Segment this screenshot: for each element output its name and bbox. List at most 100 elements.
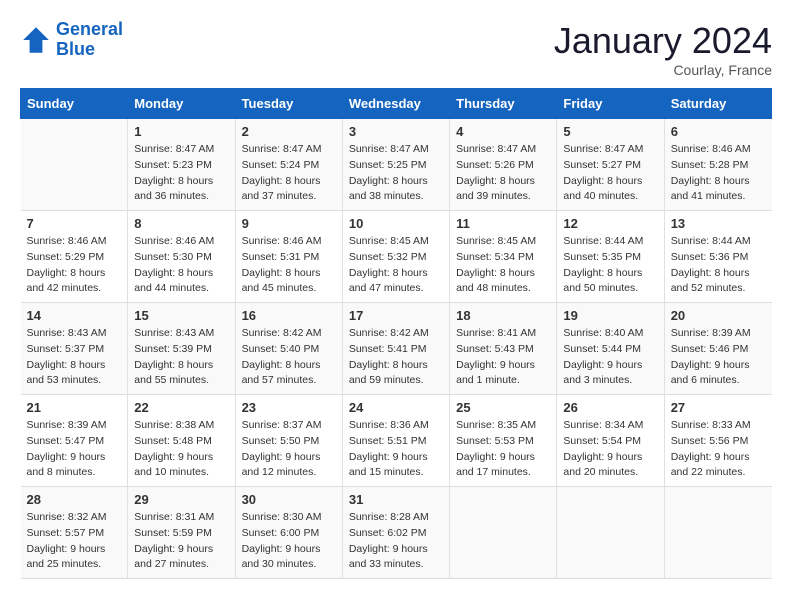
day-info: Sunrise: 8:42 AMSunset: 5:40 PMDaylight:… bbox=[242, 326, 336, 389]
logo-line2: Blue bbox=[56, 39, 95, 59]
calendar-table: Sunday Monday Tuesday Wednesday Thursday… bbox=[20, 88, 772, 579]
calendar-week-0: 1 Sunrise: 8:47 AMSunset: 5:23 PMDayligh… bbox=[21, 119, 772, 211]
day-number: 26 bbox=[563, 400, 657, 415]
calendar-cell-w3-d3: 24 Sunrise: 8:36 AMSunset: 5:51 PMDaylig… bbox=[342, 395, 449, 487]
calendar-cell-w3-d2: 23 Sunrise: 8:37 AMSunset: 5:50 PMDaylig… bbox=[235, 395, 342, 487]
calendar-cell-w4-d1: 29 Sunrise: 8:31 AMSunset: 5:59 PMDaylig… bbox=[128, 487, 235, 579]
day-info: Sunrise: 8:47 AMSunset: 5:24 PMDaylight:… bbox=[242, 142, 336, 205]
day-info: Sunrise: 8:46 AMSunset: 5:28 PMDaylight:… bbox=[671, 142, 766, 205]
logo: General Blue bbox=[20, 20, 123, 60]
day-info: Sunrise: 8:44 AMSunset: 5:35 PMDaylight:… bbox=[563, 234, 657, 297]
calendar-cell-w4-d4 bbox=[450, 487, 557, 579]
day-number: 17 bbox=[349, 308, 443, 323]
calendar-cell-w1-d3: 10 Sunrise: 8:45 AMSunset: 5:32 PMDaylig… bbox=[342, 211, 449, 303]
day-info: Sunrise: 8:37 AMSunset: 5:50 PMDaylight:… bbox=[242, 418, 336, 481]
day-info: Sunrise: 8:38 AMSunset: 5:48 PMDaylight:… bbox=[134, 418, 228, 481]
calendar-cell-w1-d5: 12 Sunrise: 8:44 AMSunset: 5:35 PMDaylig… bbox=[557, 211, 664, 303]
calendar-cell-w0-d0 bbox=[21, 119, 128, 211]
calendar-week-3: 21 Sunrise: 8:39 AMSunset: 5:47 PMDaylig… bbox=[21, 395, 772, 487]
day-info: Sunrise: 8:32 AMSunset: 5:57 PMDaylight:… bbox=[27, 510, 122, 573]
calendar-cell-w1-d0: 7 Sunrise: 8:46 AMSunset: 5:29 PMDayligh… bbox=[21, 211, 128, 303]
calendar-cell-w1-d6: 13 Sunrise: 8:44 AMSunset: 5:36 PMDaylig… bbox=[664, 211, 771, 303]
day-number: 2 bbox=[242, 124, 336, 139]
day-number: 19 bbox=[563, 308, 657, 323]
logo-text: General Blue bbox=[56, 20, 123, 60]
day-number: 20 bbox=[671, 308, 766, 323]
calendar-week-4: 28 Sunrise: 8:32 AMSunset: 5:57 PMDaylig… bbox=[21, 487, 772, 579]
day-number: 23 bbox=[242, 400, 336, 415]
day-number: 13 bbox=[671, 216, 766, 231]
calendar-cell-w4-d3: 31 Sunrise: 8:28 AMSunset: 6:02 PMDaylig… bbox=[342, 487, 449, 579]
day-number: 12 bbox=[563, 216, 657, 231]
day-number: 28 bbox=[27, 492, 122, 507]
day-info: Sunrise: 8:41 AMSunset: 5:43 PMDaylight:… bbox=[456, 326, 550, 389]
col-tuesday: Tuesday bbox=[235, 89, 342, 119]
calendar-cell-w3-d5: 26 Sunrise: 8:34 AMSunset: 5:54 PMDaylig… bbox=[557, 395, 664, 487]
col-thursday: Thursday bbox=[450, 89, 557, 119]
day-number: 21 bbox=[27, 400, 122, 415]
day-number: 18 bbox=[456, 308, 550, 323]
calendar-cell-w2-d5: 19 Sunrise: 8:40 AMSunset: 5:44 PMDaylig… bbox=[557, 303, 664, 395]
col-sunday: Sunday bbox=[21, 89, 128, 119]
calendar-cell-w2-d1: 15 Sunrise: 8:43 AMSunset: 5:39 PMDaylig… bbox=[128, 303, 235, 395]
day-info: Sunrise: 8:39 AMSunset: 5:47 PMDaylight:… bbox=[27, 418, 122, 481]
calendar-cell-w3-d4: 25 Sunrise: 8:35 AMSunset: 5:53 PMDaylig… bbox=[450, 395, 557, 487]
day-number: 4 bbox=[456, 124, 550, 139]
day-info: Sunrise: 8:34 AMSunset: 5:54 PMDaylight:… bbox=[563, 418, 657, 481]
day-number: 22 bbox=[134, 400, 228, 415]
day-info: Sunrise: 8:31 AMSunset: 5:59 PMDaylight:… bbox=[134, 510, 228, 573]
col-friday: Friday bbox=[557, 89, 664, 119]
calendar-cell-w0-d1: 1 Sunrise: 8:47 AMSunset: 5:23 PMDayligh… bbox=[128, 119, 235, 211]
day-number: 27 bbox=[671, 400, 766, 415]
day-number: 1 bbox=[134, 124, 228, 139]
col-saturday: Saturday bbox=[664, 89, 771, 119]
day-info: Sunrise: 8:42 AMSunset: 5:41 PMDaylight:… bbox=[349, 326, 443, 389]
calendar-cell-w0-d5: 5 Sunrise: 8:47 AMSunset: 5:27 PMDayligh… bbox=[557, 119, 664, 211]
day-info: Sunrise: 8:45 AMSunset: 5:32 PMDaylight:… bbox=[349, 234, 443, 297]
title-section: January 2024 Courlay, France bbox=[554, 20, 772, 78]
day-number: 16 bbox=[242, 308, 336, 323]
calendar-cell-w4-d0: 28 Sunrise: 8:32 AMSunset: 5:57 PMDaylig… bbox=[21, 487, 128, 579]
calendar-cell-w1-d1: 8 Sunrise: 8:46 AMSunset: 5:30 PMDayligh… bbox=[128, 211, 235, 303]
day-number: 11 bbox=[456, 216, 550, 231]
month-title: January 2024 bbox=[554, 20, 772, 62]
day-number: 7 bbox=[27, 216, 122, 231]
calendar-cell-w4-d6 bbox=[664, 487, 771, 579]
day-info: Sunrise: 8:44 AMSunset: 5:36 PMDaylight:… bbox=[671, 234, 766, 297]
calendar-cell-w3-d1: 22 Sunrise: 8:38 AMSunset: 5:48 PMDaylig… bbox=[128, 395, 235, 487]
location: Courlay, France bbox=[554, 62, 772, 78]
calendar-cell-w0-d3: 3 Sunrise: 8:47 AMSunset: 5:25 PMDayligh… bbox=[342, 119, 449, 211]
day-number: 14 bbox=[27, 308, 122, 323]
day-info: Sunrise: 8:36 AMSunset: 5:51 PMDaylight:… bbox=[349, 418, 443, 481]
page-header: General Blue January 2024 Courlay, Franc… bbox=[20, 20, 772, 78]
calendar-cell-w4-d5 bbox=[557, 487, 664, 579]
day-info: Sunrise: 8:47 AMSunset: 5:27 PMDaylight:… bbox=[563, 142, 657, 205]
day-number: 5 bbox=[563, 124, 657, 139]
day-info: Sunrise: 8:30 AMSunset: 6:00 PMDaylight:… bbox=[242, 510, 336, 573]
day-info: Sunrise: 8:43 AMSunset: 5:37 PMDaylight:… bbox=[27, 326, 122, 389]
calendar-cell-w0-d6: 6 Sunrise: 8:46 AMSunset: 5:28 PMDayligh… bbox=[664, 119, 771, 211]
day-number: 30 bbox=[242, 492, 336, 507]
day-number: 24 bbox=[349, 400, 443, 415]
calendar-week-2: 14 Sunrise: 8:43 AMSunset: 5:37 PMDaylig… bbox=[21, 303, 772, 395]
calendar-cell-w2-d0: 14 Sunrise: 8:43 AMSunset: 5:37 PMDaylig… bbox=[21, 303, 128, 395]
day-number: 10 bbox=[349, 216, 443, 231]
calendar-cell-w4-d2: 30 Sunrise: 8:30 AMSunset: 6:00 PMDaylig… bbox=[235, 487, 342, 579]
day-number: 31 bbox=[349, 492, 443, 507]
calendar-cell-w2-d2: 16 Sunrise: 8:42 AMSunset: 5:40 PMDaylig… bbox=[235, 303, 342, 395]
day-info: Sunrise: 8:35 AMSunset: 5:53 PMDaylight:… bbox=[456, 418, 550, 481]
day-number: 6 bbox=[671, 124, 766, 139]
day-number: 25 bbox=[456, 400, 550, 415]
day-number: 9 bbox=[242, 216, 336, 231]
calendar-cell-w0-d2: 2 Sunrise: 8:47 AMSunset: 5:24 PMDayligh… bbox=[235, 119, 342, 211]
day-info: Sunrise: 8:47 AMSunset: 5:26 PMDaylight:… bbox=[456, 142, 550, 205]
day-number: 8 bbox=[134, 216, 228, 231]
day-info: Sunrise: 8:39 AMSunset: 5:46 PMDaylight:… bbox=[671, 326, 766, 389]
day-number: 3 bbox=[349, 124, 443, 139]
day-info: Sunrise: 8:28 AMSunset: 6:02 PMDaylight:… bbox=[349, 510, 443, 573]
col-wednesday: Wednesday bbox=[342, 89, 449, 119]
calendar-header: Sunday Monday Tuesday Wednesday Thursday… bbox=[21, 89, 772, 119]
col-monday: Monday bbox=[128, 89, 235, 119]
day-number: 15 bbox=[134, 308, 228, 323]
calendar-cell-w0-d4: 4 Sunrise: 8:47 AMSunset: 5:26 PMDayligh… bbox=[450, 119, 557, 211]
